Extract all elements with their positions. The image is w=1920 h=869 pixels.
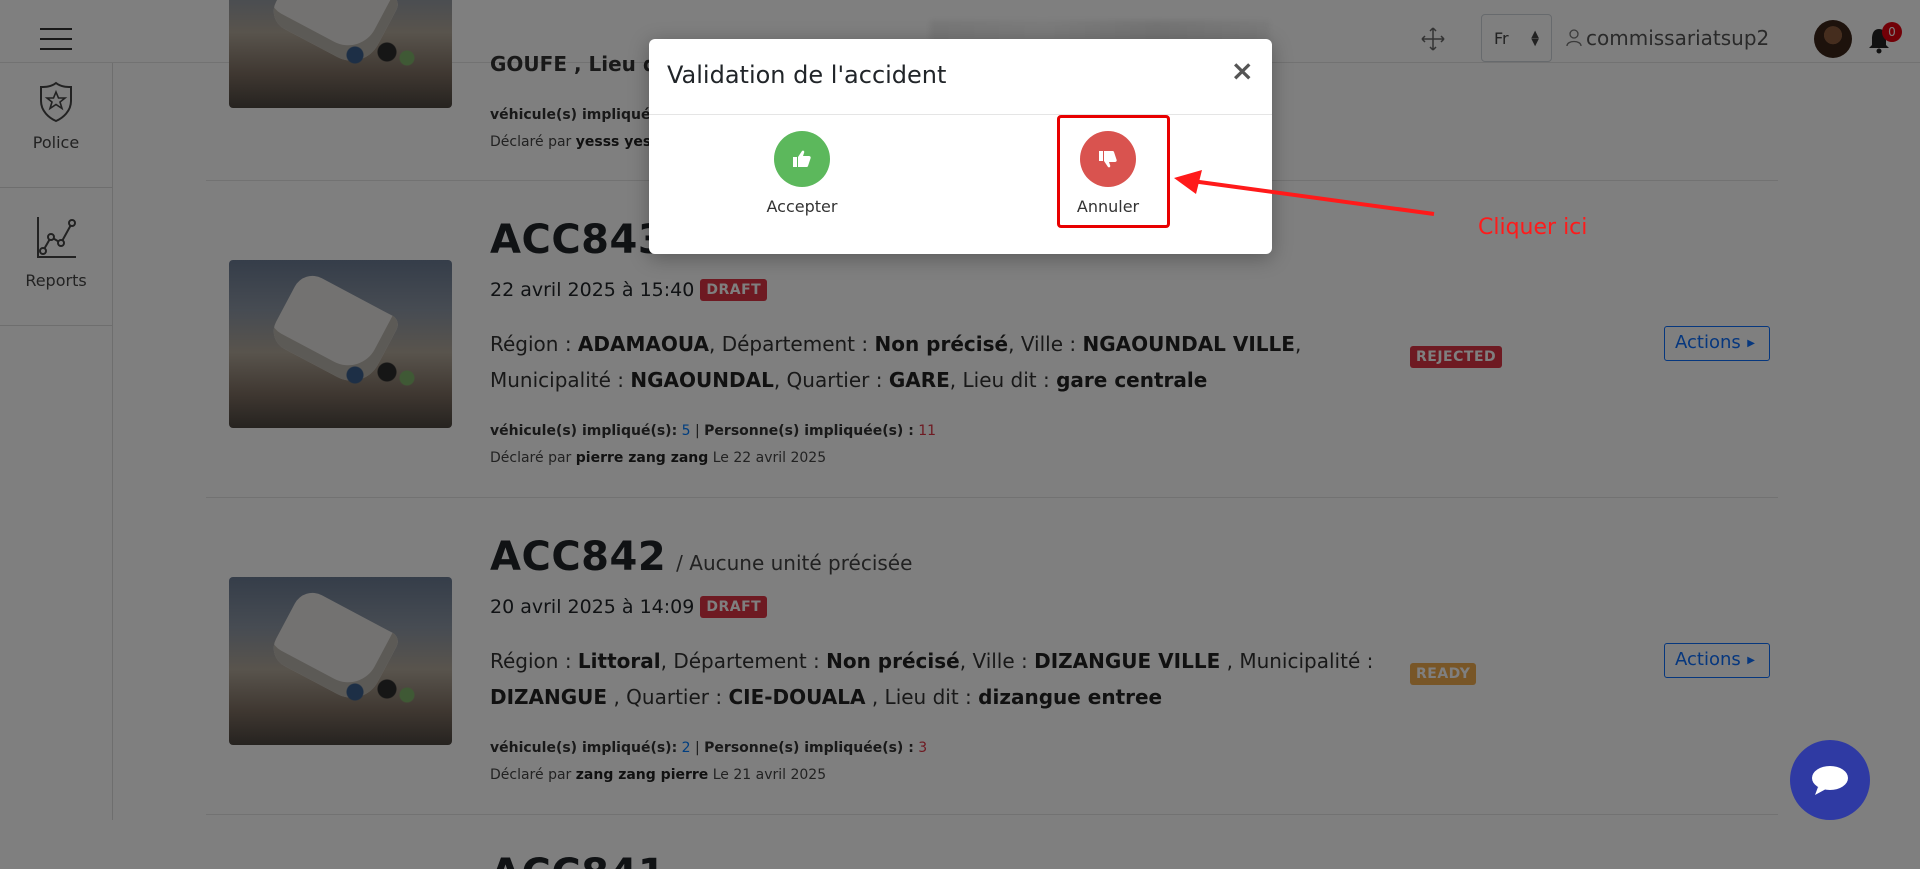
chat-button[interactable] [1790, 740, 1870, 820]
accept-label: Accepter [766, 197, 838, 216]
modal-title: Validation de l'accident [667, 61, 947, 89]
close-icon[interactable]: × [1231, 57, 1254, 85]
thumbs-up-icon [774, 131, 830, 187]
chat-bubble-icon [1812, 766, 1848, 795]
accept-button[interactable]: Accepter [747, 131, 857, 216]
annotation-arrow-icon [1174, 170, 1435, 216]
annotation-text: Cliquer ici [1478, 215, 1588, 240]
modal-header: Validation de l'accident × [649, 39, 1272, 115]
highlight-box [1057, 115, 1170, 228]
